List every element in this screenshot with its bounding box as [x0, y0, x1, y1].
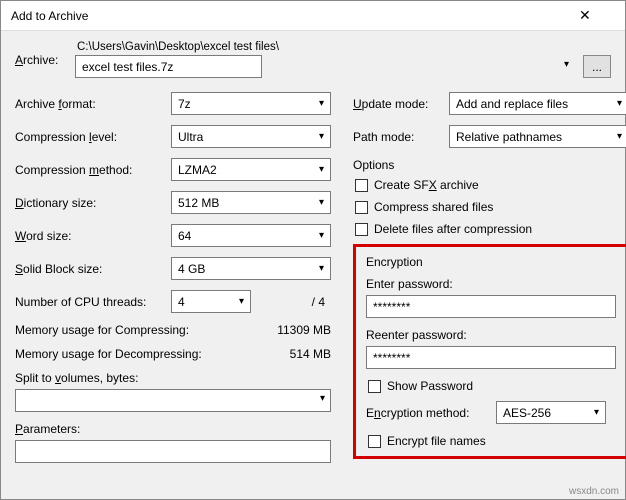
- compression-method-label: Compression method:: [15, 163, 163, 177]
- left-column: Archive format: 7z ▾ Compression level: …: [15, 92, 331, 463]
- compression-level-label: Compression level:: [15, 130, 163, 144]
- chevron-down-icon: ▾: [319, 131, 324, 142]
- delete-checkbox[interactable]: [355, 223, 368, 236]
- compression-method-value: LZMA2: [178, 163, 217, 177]
- compression-level-value: Ultra: [178, 130, 203, 144]
- chevron-down-icon: ▾: [319, 263, 324, 274]
- right-column: Update mode: Add and replace files ▾ Pat…: [353, 92, 626, 463]
- dialog-window: Add to Archive ✕ Archive: C:\Users\Gavin…: [0, 0, 626, 500]
- mem-compress-value: 11309 MB: [247, 323, 331, 337]
- titlebar: Add to Archive ✕: [1, 1, 625, 31]
- split-volumes-input[interactable]: [15, 389, 331, 412]
- split-volumes-label: Split to volumes, bytes:: [15, 371, 331, 385]
- enter-password-input[interactable]: [366, 295, 616, 318]
- archive-filename-input[interactable]: [75, 55, 262, 78]
- encrypt-filenames-label: Encrypt file names: [387, 434, 486, 448]
- reenter-password-label: Reenter password:: [366, 328, 616, 342]
- path-mode-value: Relative pathnames: [456, 130, 562, 144]
- archive-filename-wrap: ▾: [75, 55, 575, 78]
- ellipsis-icon: ...: [592, 60, 602, 74]
- compression-method-select[interactable]: LZMA2 ▾: [171, 158, 331, 181]
- archive-format-value: 7z: [178, 97, 191, 111]
- chevron-down-icon: ▾: [617, 98, 622, 109]
- path-mode-select[interactable]: Relative pathnames ▾: [449, 125, 626, 148]
- update-mode-label: Update mode:: [353, 97, 441, 111]
- cpu-threads-value: 4: [178, 295, 185, 309]
- word-size-value: 64: [178, 229, 191, 243]
- parameters-label: Parameters:: [15, 422, 331, 436]
- mem-compress-label: Memory usage for Compressing:: [15, 323, 189, 337]
- close-icon: ✕: [579, 7, 625, 24]
- sfx-checkbox[interactable]: [355, 179, 368, 192]
- encryption-group: Encryption Enter password: Reenter passw…: [353, 244, 626, 459]
- encryption-method-label: Encryption method:: [366, 406, 486, 420]
- chevron-down-icon: ▾: [239, 296, 244, 307]
- cpu-threads-label: Number of CPU threads:: [15, 295, 163, 309]
- dialog-content: Archive: C:\Users\Gavin\Desktop\excel te…: [1, 31, 625, 499]
- encryption-method-select[interactable]: AES-256 ▾: [496, 401, 606, 424]
- chevron-down-icon: ▾: [319, 197, 324, 208]
- options-group-title: Options: [353, 158, 626, 172]
- shared-checkbox-label: Compress shared files: [374, 200, 493, 214]
- enter-password-label: Enter password:: [366, 277, 616, 291]
- word-size-label: Word size:: [15, 229, 163, 243]
- archive-format-label: Archive format:: [15, 97, 163, 111]
- chevron-down-icon: ▾: [594, 407, 599, 418]
- chevron-down-icon: ▾: [319, 230, 324, 241]
- compression-level-select[interactable]: Ultra ▾: [171, 125, 331, 148]
- parameters-input[interactable]: [15, 440, 331, 463]
- window-title: Add to Archive: [11, 9, 579, 23]
- cpu-threads-total: / 4: [257, 295, 325, 309]
- solid-block-size-select[interactable]: 4 GB ▾: [171, 257, 331, 280]
- show-password-checkbox[interactable]: [368, 380, 381, 393]
- update-mode-select[interactable]: Add and replace files ▾: [449, 92, 626, 115]
- columns: Archive format: 7z ▾ Compression level: …: [15, 92, 611, 463]
- mem-decompress-label: Memory usage for Decompressing:: [15, 347, 202, 361]
- archive-path-text: C:\Users\Gavin\Desktop\excel test files\: [75, 41, 611, 53]
- dictionary-size-select[interactable]: 512 MB ▾: [171, 191, 331, 214]
- browse-button[interactable]: ...: [583, 55, 611, 78]
- encryption-method-value: AES-256: [503, 406, 551, 420]
- archive-format-select[interactable]: 7z ▾: [171, 92, 331, 115]
- dictionary-size-label: Dictionary size:: [15, 196, 163, 210]
- word-size-select[interactable]: 64 ▾: [171, 224, 331, 247]
- archive-right: C:\Users\Gavin\Desktop\excel test files\…: [75, 41, 611, 78]
- archive-row: Archive: C:\Users\Gavin\Desktop\excel te…: [15, 41, 611, 78]
- archive-label: Archive:: [15, 41, 65, 67]
- chevron-down-icon: ▾: [319, 98, 324, 109]
- solid-block-size-value: 4 GB: [178, 262, 205, 276]
- chevron-down-icon: ▾: [564, 59, 569, 70]
- watermark-text: wsxdn.com: [569, 486, 619, 497]
- solid-block-size-label: Solid Block size:: [15, 262, 163, 276]
- path-mode-label: Path mode:: [353, 130, 441, 144]
- dictionary-size-value: 512 MB: [178, 196, 219, 210]
- encrypt-filenames-checkbox[interactable]: [368, 435, 381, 448]
- reenter-password-input[interactable]: [366, 346, 616, 369]
- close-button[interactable]: ✕: [579, 1, 625, 31]
- cpu-threads-select[interactable]: 4 ▾: [171, 290, 251, 313]
- chevron-down-icon: ▾: [319, 164, 324, 175]
- delete-checkbox-label: Delete files after compression: [374, 222, 532, 236]
- show-password-label: Show Password: [387, 379, 473, 393]
- encryption-title: Encryption: [366, 255, 616, 269]
- sfx-checkbox-label: Create SFX archive: [374, 178, 479, 192]
- chevron-down-icon: ▾: [617, 131, 622, 142]
- update-mode-value: Add and replace files: [456, 97, 568, 111]
- mem-decompress-value: 514 MB: [247, 347, 331, 361]
- shared-checkbox[interactable]: [355, 201, 368, 214]
